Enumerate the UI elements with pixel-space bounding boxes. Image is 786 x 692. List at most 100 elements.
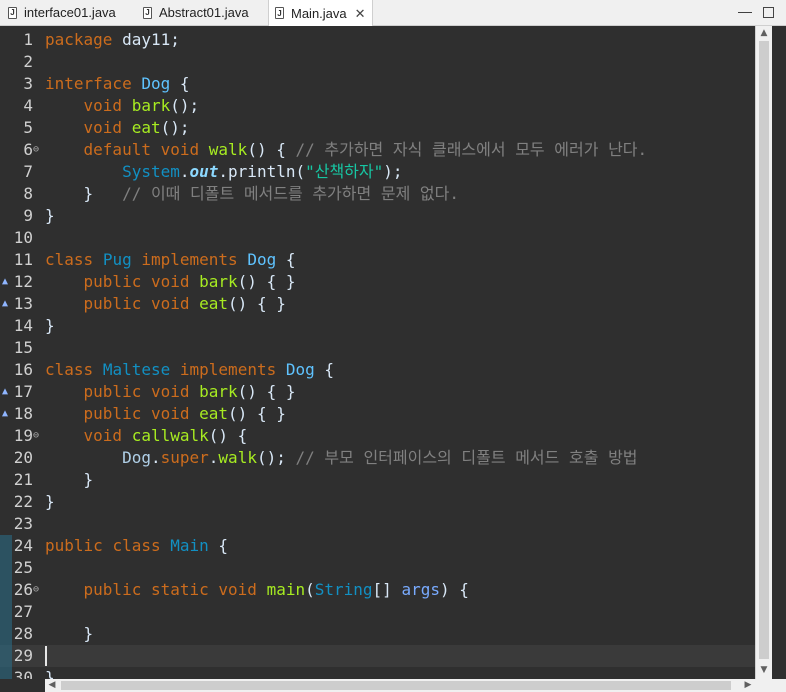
code-token: public — [45, 536, 103, 555]
code-text: } — [45, 205, 55, 227]
code-line[interactable]: 8 } // 이때 디폴트 메서드를 추가하면 문제 없다. — [0, 183, 755, 205]
code-line[interactable]: 27 — [0, 601, 755, 623]
code-line[interactable]: 21 } — [0, 469, 755, 491]
tab-interface01[interactable]: J interface01.java — [8, 0, 116, 25]
line-number: 4 — [23, 96, 33, 115]
code-text: default void walk() { // 추가하면 자식 클래스에서 모… — [45, 139, 648, 161]
fold-icon[interactable]: ⊖ — [33, 139, 43, 161]
code-token: } — [45, 206, 55, 225]
code-token: interface — [45, 74, 132, 93]
code-token: default — [83, 140, 151, 159]
code-line[interactable]: 2 — [0, 51, 755, 73]
code-line[interactable]: 20 Dog.super.walk(); // 부모 인터페이스의 디폴트 메서… — [0, 447, 755, 469]
code-line[interactable]: 24 public class Main { — [0, 535, 755, 557]
code-text: class Pug implements Dog { — [45, 249, 296, 271]
code-line[interactable]: 15 — [0, 337, 755, 359]
tab-main[interactable]: J Main.java ✕ — [268, 0, 373, 26]
fold-icon[interactable]: ⊖ — [33, 425, 43, 447]
code-line[interactable]: 19 ⊖ void callwalk() { — [0, 425, 755, 447]
code-line[interactable]: 11 class Pug implements Dog { — [0, 249, 755, 271]
code-token: ( — [305, 580, 315, 599]
line-number: 11 — [13, 250, 33, 269]
code-line[interactable]: 28 } — [0, 623, 755, 645]
scroll-right-icon[interactable]: ▶ — [741, 679, 755, 692]
gutter-bottom — [0, 679, 45, 692]
maximize-button[interactable] — [760, 4, 776, 20]
vertical-scroll-thumb[interactable] — [759, 41, 769, 659]
code-line[interactable]: 22} — [0, 491, 755, 513]
code-token: public — [83, 272, 142, 291]
code-line[interactable]: 18 ▲ public void eat() { } — [0, 403, 755, 425]
code-token: String — [314, 580, 373, 599]
code-line[interactable]: 6 ⊖ default void walk() { // 추가하면 자식 클래스에… — [0, 139, 755, 161]
line-number: 21 — [13, 470, 33, 489]
code-token: Dog — [141, 74, 171, 93]
line-number: 22 — [13, 492, 33, 511]
code-text: } — [45, 315, 55, 337]
minimize-button[interactable]: — — [737, 4, 753, 20]
code-line[interactable]: 26 ⊖ public static void main(String[] arg… — [0, 579, 755, 601]
line-number: 29 — [13, 646, 33, 665]
code-editor[interactable]: 1 package day11; 2 3 interface Dog {4 void b… — [0, 26, 755, 679]
code-token: class — [45, 360, 94, 379]
code-line[interactable]: 10 — [0, 227, 755, 249]
code-line[interactable]: 30} — [0, 667, 755, 679]
scrollbar-corner — [755, 679, 786, 692]
code-line[interactable]: 17 ▲ public void bark() { } — [0, 381, 755, 403]
code-line[interactable]: 3 interface Dog { — [0, 73, 755, 95]
scroll-up-icon[interactable]: ▲ — [756, 26, 772, 40]
line-number: 16 — [13, 360, 33, 379]
code-line[interactable]: 16 class Maltese implements Dog { — [0, 359, 755, 381]
code-token: void — [218, 580, 257, 599]
code-line[interactable]: 1 package day11; — [0, 29, 755, 51]
line-number: 7 — [23, 162, 33, 181]
code-line[interactable]: 29 — [0, 645, 755, 667]
tab-abstract01[interactable]: J Abstract01.java — [143, 0, 249, 25]
scroll-left-icon[interactable]: ◀ — [45, 679, 59, 692]
code-line[interactable]: 14} — [0, 315, 755, 337]
code-line[interactable]: 23 — [0, 513, 755, 535]
vertical-scrollbar[interactable]: ▲ ▼ — [755, 26, 772, 679]
fold-icon[interactable]: ⊖ — [33, 579, 43, 601]
close-icon[interactable]: ✕ — [355, 7, 366, 20]
code-line[interactable]: 9} — [0, 205, 755, 227]
horizontal-scrollbar[interactable]: ◀ ▶ — [45, 679, 755, 692]
code-token: } — [45, 184, 123, 203]
code-text: Dog.super.walk(); // 부모 인터페이스의 디폴트 메서드 호… — [45, 447, 637, 469]
code-token: // 추가하면 자식 클래스에서 모두 에러가 난다. — [295, 140, 648, 159]
code-line[interactable]: 25 — [0, 557, 755, 579]
code-token: (); — [256, 448, 296, 467]
code-token: (); — [170, 96, 200, 115]
code-line[interactable]: 7 System.out.println("산책하자"); — [0, 161, 755, 183]
code-line[interactable]: 4 void bark(); — [0, 95, 755, 117]
code-line[interactable]: 13 ▲ public void eat() { } — [0, 293, 755, 315]
code-token: [] — [372, 580, 402, 599]
code-token: bark — [199, 382, 238, 401]
java-file-icon: J — [8, 6, 17, 19]
code-text: public static void main(String[] args) { — [45, 579, 469, 601]
scroll-down-icon[interactable]: ▼ — [756, 663, 772, 677]
code-token: args — [401, 580, 440, 599]
horizontal-scroll-thumb[interactable] — [61, 681, 731, 690]
code-text: public void eat() { } — [45, 403, 286, 425]
code-line[interactable]: 12 ▲ public void bark() { } — [0, 271, 755, 293]
code-token: public — [83, 382, 142, 401]
code-line[interactable]: 5 void eat(); — [0, 117, 755, 139]
code-text: void bark(); — [45, 95, 200, 117]
